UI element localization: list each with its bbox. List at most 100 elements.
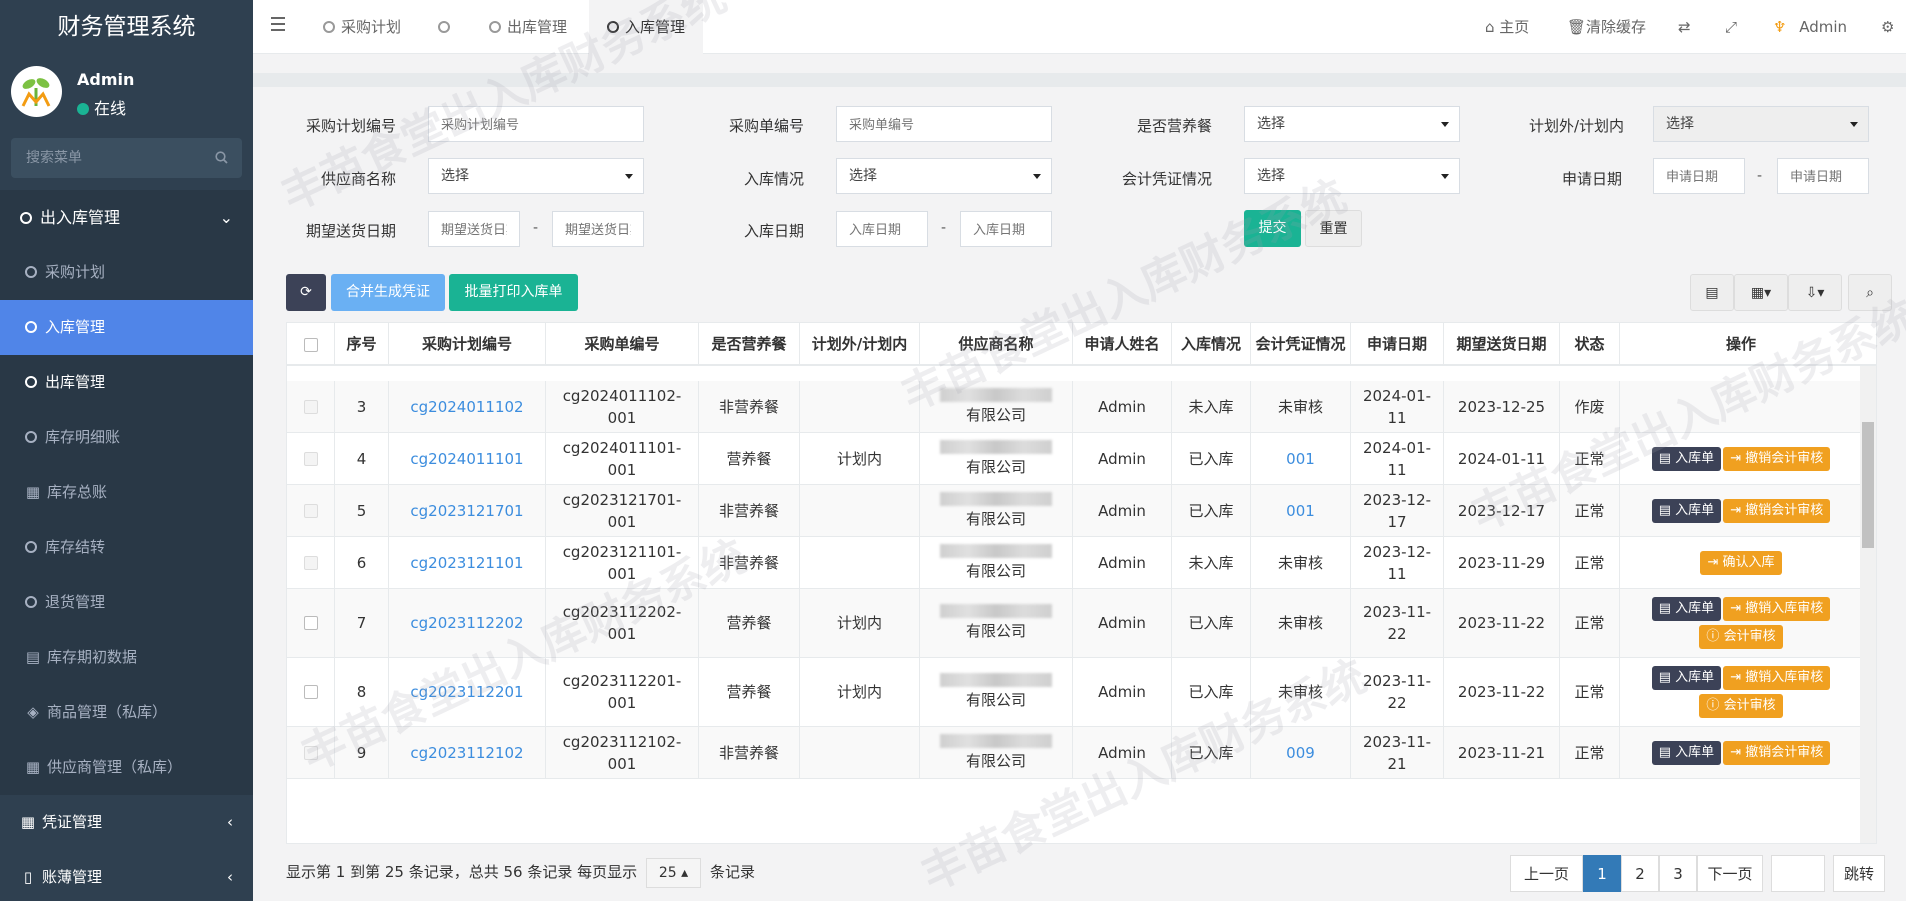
col-header[interactable]: 申请日期 (1351, 323, 1444, 366)
nav-item-purchase-plan[interactable]: 采购计划 (0, 245, 253, 300)
table-row[interactable]: 8 cg2023112201 cg2023112201-001 营养餐 计划内 有限公司 A… (287, 658, 1862, 727)
table-row[interactable]: 9 cg2023112102 cg2023112102-001 非营养餐 有限公司 Adm… (287, 727, 1862, 779)
tab-blank[interactable] (438, 0, 456, 54)
nav-item-stock-out[interactable]: 出库管理 (0, 355, 253, 410)
table-scrollbar[interactable] (1860, 366, 1876, 843)
action-button[interactable]: ⇥ 撤销会计审核 (1723, 498, 1831, 523)
action-button[interactable]: ⇥ 撤销入库审核 (1723, 597, 1831, 621)
prev-page-button[interactable]: 上一页 (1510, 855, 1583, 892)
col-header[interactable]: 期望送货日期 (1444, 323, 1560, 366)
search-icon[interactable] (215, 150, 228, 168)
home-link[interactable]: ⌂ 主页 (1485, 0, 1529, 54)
col-header[interactable]: 状态 (1560, 323, 1620, 366)
hamburger-icon[interactable] (271, 17, 285, 35)
voucher-link[interactable]: 001 (1286, 448, 1315, 470)
jump-button[interactable]: 跳转 (1833, 855, 1885, 892)
submit-button[interactable]: 提交 (1244, 210, 1301, 247)
action-button[interactable]: ▤ 入库单 (1651, 597, 1722, 621)
voucher-link[interactable]: 009 (1286, 742, 1315, 764)
columns-button[interactable]: ▦▾ (1734, 274, 1788, 311)
gear-icon[interactable]: ⚙ (1881, 0, 1894, 54)
fullscreen-icon[interactable]: ⤢ (1725, 0, 1737, 54)
tab-stock-out[interactable]: 出库管理 (489, 0, 567, 54)
user-menu[interactable]: ♆ Admin (1773, 0, 1847, 54)
supplier-select[interactable]: 选择 (428, 158, 644, 194)
action-button[interactable]: ⇥ 撤销会计审核 (1723, 740, 1831, 765)
plan-no-link[interactable]: cg2024011101 (410, 448, 523, 470)
nav-group-voucher[interactable]: ▦ 凭证管理 ‹ (0, 795, 253, 850)
table-search-button[interactable]: ⌕ (1848, 274, 1892, 311)
table-row[interactable]: 3 cg2024011102 cg2024011102-001 非营养餐 有限公司 Adm… (287, 381, 1862, 433)
clear-cache-link[interactable]: 🗑清除缓存 (1567, 0, 1646, 54)
nav-group-ledger[interactable]: ▯ 账薄管理 ‹ (0, 850, 253, 901)
tab-purchase-plan[interactable]: 采购计划 (323, 0, 401, 54)
next-page-button[interactable]: 下一页 (1697, 855, 1763, 892)
row-checkbox[interactable] (303, 503, 318, 518)
col-header[interactable]: 是否营养餐 (699, 323, 800, 366)
col-header[interactable]: 采购计划编号 (389, 323, 546, 366)
nav-item-stock-carry[interactable]: 库存结转 (0, 520, 253, 575)
nav-item-goods[interactable]: ◈ 商品管理（私库） (0, 685, 253, 740)
lang-icon[interactable]: ⇄ (1678, 0, 1691, 54)
menu-search-input[interactable] (11, 138, 242, 178)
toggle-view-button[interactable]: ▤ (1690, 274, 1734, 311)
action-button[interactable]: ⇥ 确认入库 (1700, 550, 1782, 575)
export-button[interactable]: ⇩▾ (1788, 274, 1842, 311)
stock-in-date-start[interactable] (836, 211, 928, 247)
action-button[interactable]: ⓘ 会计审核 (1699, 625, 1783, 649)
stock-in-date-end[interactable] (960, 211, 1052, 247)
plan-no-link[interactable]: cg2023121701 (410, 500, 523, 522)
voucher-select[interactable]: 选择 (1244, 158, 1460, 194)
row-checkbox[interactable] (303, 451, 318, 466)
col-header[interactable]: 计划外/计划内 (800, 323, 920, 366)
nav-item-stock-ledger[interactable]: ▦ 库存总账 (0, 465, 253, 520)
col-header[interactable]: 序号 (335, 323, 389, 366)
row-checkbox[interactable] (303, 399, 318, 414)
plan-no-link[interactable]: cg2023112102 (410, 742, 523, 764)
select-all-checkbox[interactable] (303, 337, 318, 352)
nav-item-stock-detail[interactable]: 库存明细账 (0, 410, 253, 465)
nav-item-initial-data[interactable]: ▤ 库存期初数据 (0, 630, 253, 685)
page-1-button[interactable]: 1 (1583, 855, 1621, 892)
row-checkbox[interactable] (303, 616, 318, 630)
action-button[interactable]: ⇥ 撤销入库审核 (1723, 666, 1831, 690)
col-header[interactable]: 采购单编号 (546, 323, 699, 366)
table-row[interactable]: 4 cg2024011101 cg2024011101-001 营养餐 计划内 有限公司 A… (287, 433, 1862, 485)
action-button[interactable]: ▤ 入库单 (1651, 446, 1722, 471)
row-checkbox[interactable] (303, 685, 318, 699)
row-checkbox[interactable] (303, 555, 318, 570)
col-header[interactable]: 入库情况 (1172, 323, 1251, 366)
col-header[interactable]: 申请人姓名 (1073, 323, 1172, 366)
expect-date-end[interactable] (552, 211, 644, 247)
plan-no-link[interactable]: cg2023112201 (410, 681, 523, 703)
nav-item-suppliers[interactable]: ▦ 供应商管理（私库） (0, 740, 253, 795)
scrollbar-thumb[interactable] (1862, 422, 1874, 548)
page-size-select[interactable]: 25 ▴ (645, 858, 702, 888)
expect-date-start[interactable] (428, 211, 520, 247)
nav-item-returns[interactable]: 退货管理 (0, 575, 253, 630)
nutrition-select[interactable]: 选择 (1244, 106, 1460, 142)
plan-no-link[interactable]: cg2023121101 (410, 552, 523, 574)
nav-group-inout[interactable]: 出入库管理 ⌄ (0, 190, 253, 245)
action-button[interactable]: ▤ 入库单 (1651, 740, 1722, 765)
table-row[interactable]: 7 cg2023112202 cg2023112202-001 营养餐 计划内 有限公司 A… (287, 589, 1862, 658)
stock-in-select[interactable]: 选择 (836, 158, 1052, 194)
col-header[interactable]: 供应商名称 (920, 323, 1073, 366)
reset-button[interactable]: 重置 (1305, 210, 1362, 247)
action-button[interactable]: ▤ 入库单 (1651, 498, 1722, 523)
plan-type-select[interactable]: 选择 (1653, 106, 1869, 142)
row-checkbox[interactable] (303, 745, 318, 760)
nav-item-stock-in[interactable]: 入库管理 (0, 300, 253, 355)
page-jump-input[interactable] (1771, 855, 1825, 892)
table-row[interactable]: 5 cg2023121701 cg2023121701-001 非营养餐 有限公司 Adm… (287, 485, 1862, 537)
table-row[interactable]: 6 cg2023121101 cg2023121101-001 非营养餐 有限公司 Adm… (287, 537, 1862, 589)
tab-stock-in[interactable]: 入库管理 (589, 0, 704, 54)
apply-date-start[interactable] (1653, 158, 1745, 194)
voucher-link[interactable]: 001 (1286, 500, 1315, 522)
refresh-button[interactable]: ⟳ (286, 274, 326, 311)
page-2-button[interactable]: 2 (1621, 855, 1659, 892)
plan-no-link[interactable]: cg2023112202 (410, 612, 523, 634)
plan-no-input[interactable] (428, 106, 644, 142)
merge-voucher-button[interactable]: 合并生成凭证 (331, 274, 445, 311)
batch-print-button[interactable]: 批量打印入库单 (449, 274, 578, 311)
